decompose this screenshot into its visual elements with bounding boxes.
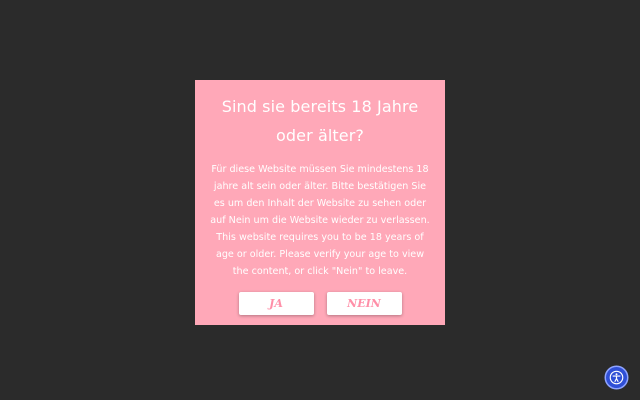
age-verification-modal: Sind sie bereits 18 Jahre oder älter? Fü… (195, 80, 445, 325)
no-button[interactable]: NEIN (326, 292, 402, 315)
button-row: JA NEIN (207, 292, 433, 315)
modal-message: Für diese Website müssen Sie mindestens … (210, 164, 430, 277)
yes-button[interactable]: JA (238, 292, 314, 315)
modal-title: Sind sie bereits 18 Jahre oder älter? (221, 97, 419, 145)
accessibility-icon (609, 370, 624, 385)
accessibility-button[interactable] (606, 367, 627, 388)
